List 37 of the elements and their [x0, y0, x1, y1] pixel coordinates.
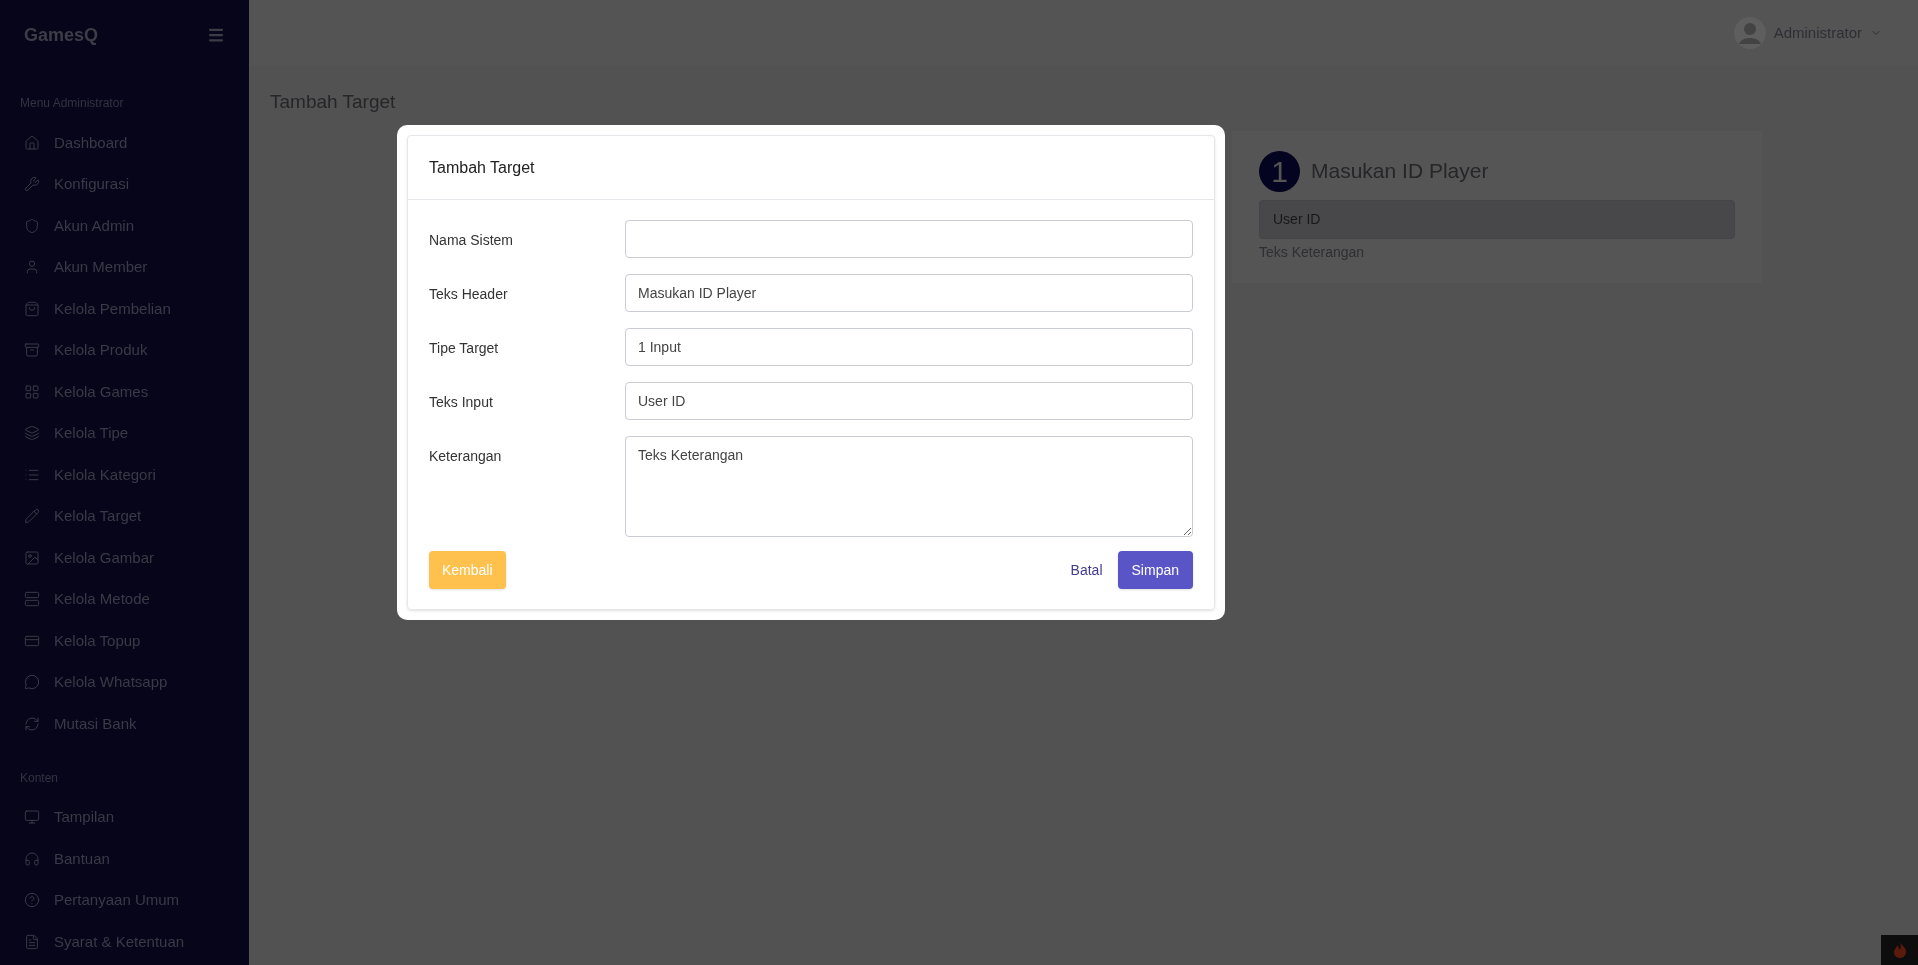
input-field[interactable]: Masukan ID Player: [625, 274, 1193, 312]
save-button[interactable]: Simpan: [1117, 551, 1193, 589]
field-label: Keterangan: [429, 447, 503, 466]
field-label: Nama Sistem: [429, 231, 515, 250]
step-number: 1: [1259, 150, 1300, 192]
avatar-icon: [1733, 17, 1766, 49]
server-icon: [24, 591, 40, 608]
bag-icon: [24, 300, 40, 317]
help-icon: [24, 892, 40, 909]
refresh-icon: [24, 715, 40, 732]
shield-icon: [24, 217, 40, 234]
archive-icon: [24, 342, 40, 359]
cancel-link[interactable]: Batal: [1070, 559, 1103, 581]
headphones-icon: [24, 850, 40, 867]
back-button[interactable]: Kembali: [429, 551, 506, 589]
input-field[interactable]: User ID: [625, 382, 1193, 420]
home-icon: [24, 134, 40, 151]
input-field[interactable]: 1 Input: [625, 328, 1193, 366]
chat-icon: [24, 674, 40, 691]
pencil-icon: [24, 508, 40, 525]
image-icon: [24, 549, 40, 566]
flame-icon: [1892, 942, 1907, 958]
wrench-icon: [24, 176, 40, 193]
field-label: Teks Header: [429, 285, 509, 304]
modal-title: Tambah Target: [429, 157, 535, 178]
document-icon: [24, 933, 40, 950]
input-field[interactable]: [625, 220, 1193, 258]
monitor-icon: [24, 809, 40, 826]
menu-icon[interactable]: [207, 26, 225, 44]
layers-icon: [24, 425, 40, 442]
brand-logo[interactable]: GamesQ: [24, 21, 99, 49]
field-label: Tipe Target: [429, 339, 500, 358]
grid-icon: [24, 383, 40, 400]
debug-badge[interactable]: [1881, 935, 1918, 965]
text-area[interactable]: Teks Keterangan: [625, 436, 1193, 537]
field-label: Teks Input: [429, 393, 494, 412]
user-icon: [24, 259, 40, 276]
